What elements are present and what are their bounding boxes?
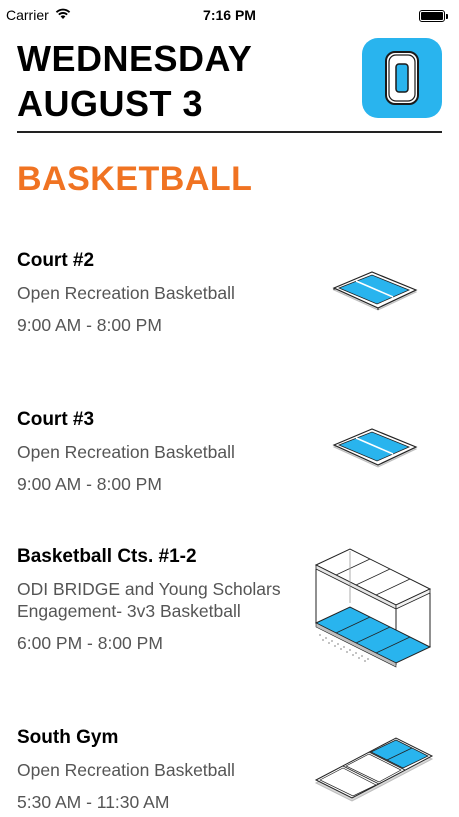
facility-name: Court #2 xyxy=(17,250,95,271)
activity-time: 6:00 PM - 8:00 PM xyxy=(17,633,163,653)
activity-description: Open Recreation Basketball xyxy=(17,283,235,303)
list-item[interactable]: Basketball Cts. #1-2 ODI BRIDGE and Youn… xyxy=(17,545,287,654)
date-label: AUGUST 3 xyxy=(17,83,204,124)
activity-description: Open Recreation Basketball xyxy=(17,760,235,780)
status-time: 7:16 PM xyxy=(203,7,256,23)
weekday-label: WEDNESDAY xyxy=(17,38,253,79)
facility-name: South Gym xyxy=(17,727,119,748)
activity-time: 9:00 AM - 8:00 PM xyxy=(17,315,162,335)
facility-name: Basketball Cts. #1-2 xyxy=(17,546,197,567)
app-logo[interactable] xyxy=(362,38,442,118)
single-court-icon xyxy=(330,268,420,328)
facility-name: Court #3 xyxy=(17,409,95,430)
date-header: WEDNESDAY AUGUST 3 xyxy=(17,36,252,126)
list-item[interactable]: Court #2 Open Recreation Basketball 9:00… xyxy=(17,249,307,336)
block-o-icon xyxy=(385,51,419,105)
sport-title: BASKETBALL xyxy=(17,160,253,198)
gym-courts-icon xyxy=(312,735,437,815)
single-court-icon xyxy=(330,425,420,485)
activity-description: Open Recreation Basketball xyxy=(17,442,235,462)
list-item[interactable]: South Gym Open Recreation Basketball 5:3… xyxy=(17,726,307,813)
header-divider xyxy=(17,131,442,133)
list-item[interactable]: Court #3 Open Recreation Basketball 9:00… xyxy=(17,408,307,495)
battery-icon xyxy=(419,10,448,22)
activity-time: 5:30 AM - 11:30 AM xyxy=(17,792,170,812)
activity-time: 9:00 AM - 8:00 PM xyxy=(17,474,162,494)
status-bar: Carrier 7:16 PM xyxy=(0,0,459,30)
multi-level-courts-icon xyxy=(310,543,435,678)
activity-description: ODI BRIDGE and Young Scholars Engagement… xyxy=(17,579,281,621)
